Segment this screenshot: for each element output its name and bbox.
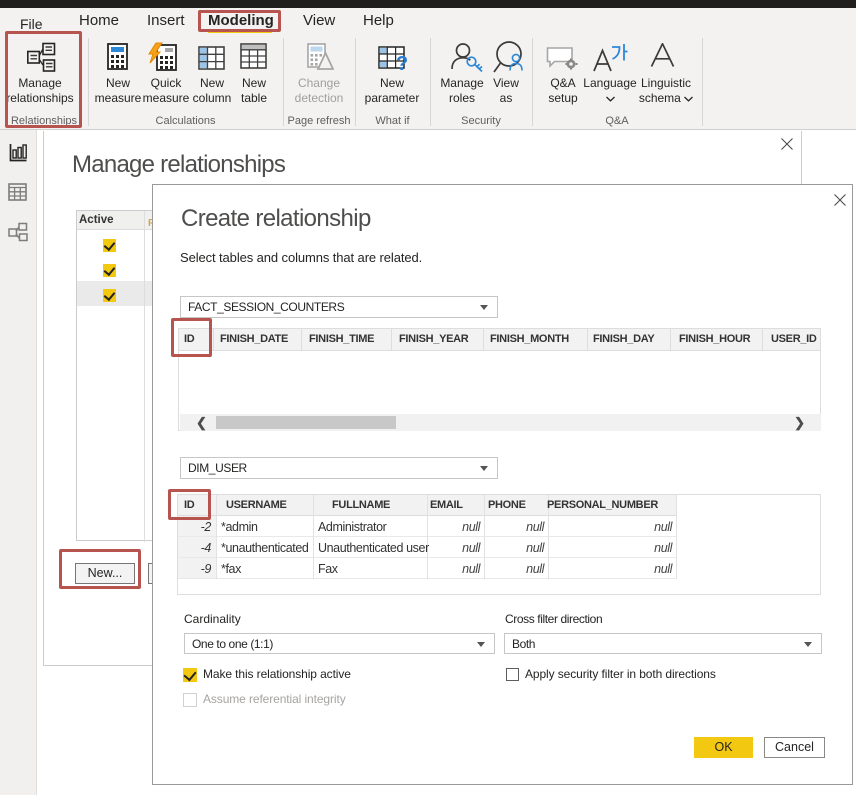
svg-text:?: ? bbox=[396, 53, 408, 74]
